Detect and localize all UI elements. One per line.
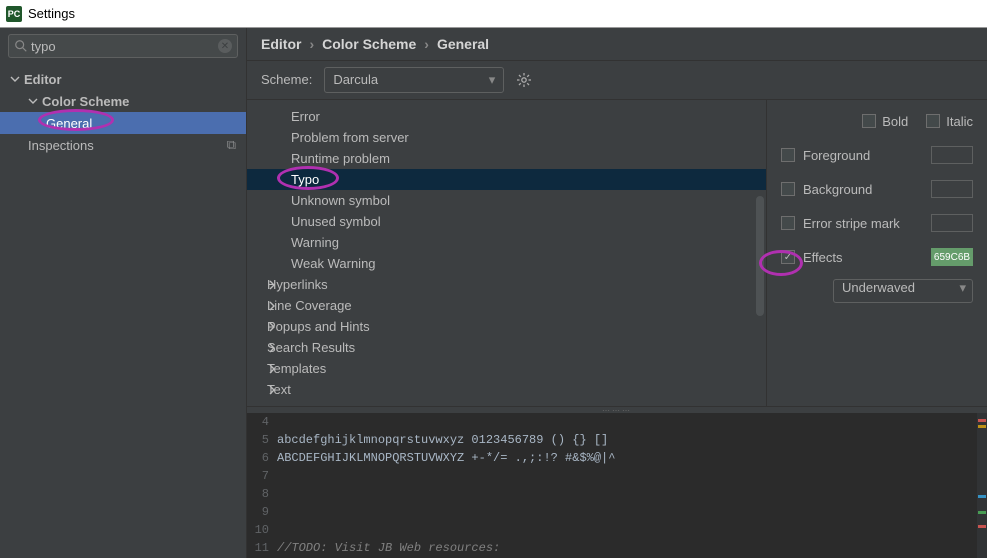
gear-icon[interactable] — [516, 72, 532, 88]
chevron-right-icon — [267, 301, 277, 311]
sidebar-item-editor[interactable]: Editor — [0, 68, 246, 90]
search-box[interactable]: ✕ — [8, 34, 238, 58]
effects-type-select[interactable]: Underwaved — [833, 279, 973, 303]
italic-label: Italic — [946, 114, 973, 129]
sidebar-item-label: Editor — [24, 72, 62, 87]
category-group-templates[interactable]: Templates — [247, 358, 766, 379]
errorstripe-label: Error stripe mark — [803, 216, 900, 231]
category-group-popups-and-hints[interactable]: Popups and Hints — [247, 316, 766, 337]
chevron-down-icon — [28, 96, 38, 106]
breadcrumb-item: General — [437, 36, 489, 52]
line-number: 8 — [247, 487, 277, 501]
code-text: //TODO: Visit JB Web resources: — [277, 541, 500, 555]
category-weak-warning[interactable]: Weak Warning — [247, 253, 766, 274]
line-number: 4 — [247, 415, 277, 429]
breadcrumb: Editor › Color Scheme › General — [247, 28, 987, 61]
category-group-hyperlinks[interactable]: Hyperlinks — [247, 274, 766, 295]
foreground-label: Foreground — [803, 148, 870, 163]
chevron-right-icon — [267, 364, 277, 374]
sidebar-item-label: Inspections — [28, 138, 94, 153]
line-number: 10 — [247, 523, 277, 537]
category-group-search-results[interactable]: Search Results — [247, 337, 766, 358]
settings-sidebar: ✕ Editor Color Scheme General Inspections ⧉ — [0, 28, 247, 558]
bold-label: Bold — [882, 114, 908, 129]
effects-swatch[interactable]: 659C6B — [931, 248, 973, 266]
preview-line: 8 — [247, 485, 987, 503]
chevron-right-icon — [267, 322, 277, 332]
line-number: 11 — [247, 541, 277, 555]
category-problem-from-server[interactable]: Problem from server — [247, 127, 766, 148]
chevron-right-icon — [267, 343, 277, 353]
effects-checkbox[interactable] — [781, 250, 795, 264]
preview-gutter-marks — [977, 413, 987, 558]
scheme-select[interactable]: Darcula — [324, 67, 504, 93]
line-number: 9 — [247, 505, 277, 519]
breadcrumb-item[interactable]: Color Scheme — [322, 36, 416, 52]
foreground-swatch[interactable] — [931, 146, 973, 164]
preview-pane[interactable]: 4 5abcdefghijklmnopqrstuvwxyz 0123456789 … — [247, 413, 987, 558]
sidebar-item-inspections[interactable]: Inspections ⧉ — [0, 134, 246, 156]
search-icon — [14, 39, 28, 53]
sidebar-item-color-scheme[interactable]: Color Scheme — [0, 90, 246, 112]
errorstripe-swatch[interactable] — [931, 214, 973, 232]
preview-line: 9 — [247, 503, 987, 521]
app-icon: PC — [6, 6, 22, 22]
category-warning[interactable]: Warning — [247, 232, 766, 253]
line-number: 6 — [247, 451, 277, 465]
line-number: 5 — [247, 433, 277, 447]
sidebar-item-general[interactable]: General — [0, 112, 246, 134]
background-swatch[interactable] — [931, 180, 973, 198]
category-error[interactable]: Error — [247, 106, 766, 127]
effects-label: Effects — [803, 250, 843, 265]
chevron-right-icon — [267, 280, 277, 290]
preview-line: 10 — [247, 521, 987, 539]
sidebar-item-label: Color Scheme — [42, 94, 129, 109]
preview-line: 5abcdefghijklmnopqrstuvwxyz 0123456789 (… — [247, 431, 987, 449]
scrollbar-thumb[interactable] — [756, 196, 764, 316]
scheme-label: Scheme: — [261, 72, 312, 87]
clear-search-icon[interactable]: ✕ — [218, 39, 232, 53]
breadcrumb-item[interactable]: Editor — [261, 36, 301, 52]
preview-line: 6ABCDEFGHIJKLMNOPQRSTUVWXYZ +-*/= .,;:!?… — [247, 449, 987, 467]
title-bar: PC Settings — [0, 0, 987, 28]
preview-line: 4 — [247, 413, 987, 431]
bold-checkbox[interactable] — [862, 114, 876, 128]
properties-panel: Bold Italic Foreground Background Error … — [767, 100, 987, 406]
category-unused-symbol[interactable]: Unused symbol — [247, 211, 766, 232]
category-list[interactable]: ErrorProblem from serverRuntime problemT… — [247, 100, 767, 406]
effects-type-value: Underwaved — [842, 280, 915, 295]
category-typo[interactable]: Typo — [247, 169, 766, 190]
background-label: Background — [803, 182, 872, 197]
italic-checkbox[interactable] — [926, 114, 940, 128]
window-title: Settings — [28, 6, 75, 21]
breadcrumb-sep: › — [309, 36, 314, 52]
category-runtime-problem[interactable]: Runtime problem — [247, 148, 766, 169]
category-unknown-symbol[interactable]: Unknown symbol — [247, 190, 766, 211]
line-number: 7 — [247, 469, 277, 483]
foreground-checkbox[interactable] — [781, 148, 795, 162]
copy-icon[interactable]: ⧉ — [227, 137, 236, 153]
code-text: abcdefghijklmnopqrstuvwxyz 0123456789 ()… — [277, 433, 608, 447]
scheme-value: Darcula — [333, 72, 378, 87]
category-group-text[interactable]: Text — [247, 379, 766, 400]
search-input[interactable] — [31, 39, 213, 54]
preview-line: 7 — [247, 467, 987, 485]
preview-line: 11//TODO: Visit JB Web resources: — [247, 539, 987, 557]
background-checkbox[interactable] — [781, 182, 795, 196]
code-text: ABCDEFGHIJKLMNOPQRSTUVWXYZ +-*/= .,;:!? … — [277, 451, 615, 465]
breadcrumb-sep: › — [424, 36, 429, 52]
errorstripe-checkbox[interactable] — [781, 216, 795, 230]
settings-tree: Editor Color Scheme General Inspections ⧉ — [0, 64, 246, 558]
category-group-line-coverage[interactable]: Line Coverage — [247, 295, 766, 316]
sidebar-item-label: General — [46, 116, 92, 131]
chevron-down-icon — [10, 74, 20, 84]
chevron-right-icon — [267, 385, 277, 395]
